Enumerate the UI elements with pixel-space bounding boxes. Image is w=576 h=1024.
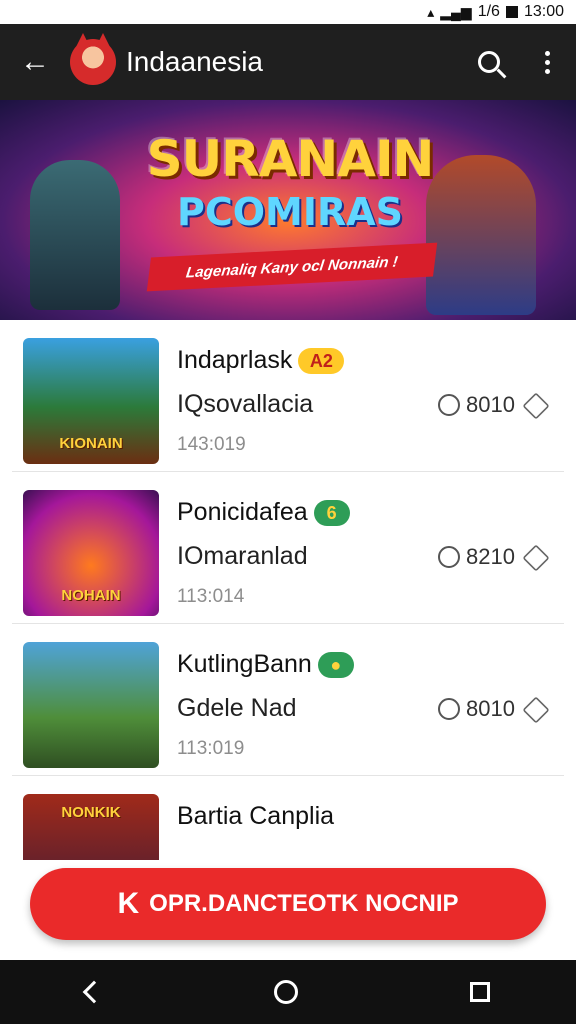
back-button[interactable]: ← <box>0 45 70 79</box>
item-subtitle: IOmaranlad <box>177 542 308 570</box>
primary-action-label: OPR.DANCTEOTK NOCNIP <box>149 890 459 917</box>
game-thumbnail <box>23 642 159 768</box>
circle-icon <box>438 698 460 720</box>
list-item[interactable]: KIONAIN Indaprlask A2 IQsovallacia 143:01… <box>12 320 564 472</box>
item-count: 8210 <box>466 544 515 569</box>
share-icon[interactable] <box>522 544 550 572</box>
list-item[interactable]: NONKIK Bartia Canplia <box>12 776 564 860</box>
list-item[interactable]: KutlingBann ● Gdele Nad 113:019 8010 <box>12 624 564 776</box>
item-title: Bartia Canplia <box>177 802 335 830</box>
search-button[interactable] <box>460 51 518 73</box>
banner-hero-left <box>30 160 120 310</box>
game-thumbnail: KIONAIN <box>23 338 159 464</box>
signal-text: 1/6 <box>477 3 500 20</box>
item-badge: 6 <box>313 499 350 526</box>
banner-hero-right <box>426 155 536 315</box>
page-title: Indaanesia <box>126 46 264 77</box>
item-title: Indaprlask <box>177 346 293 374</box>
banner-headline: SURANAIN <box>146 130 435 188</box>
nav-home-button[interactable] <box>274 980 298 1004</box>
item-time: 113:014 <box>177 586 245 607</box>
share-icon[interactable] <box>522 392 550 420</box>
thumbnail-caption: KIONAIN <box>59 435 123 452</box>
search-icon <box>478 51 500 73</box>
k-logo-icon: K <box>117 887 140 920</box>
item-count: 8010 <box>466 696 515 721</box>
thumbnail-caption: NONKIK <box>61 804 121 821</box>
cta-container: K OPR.DANCTEOTK NOCNIP <box>0 860 576 960</box>
item-time: 143:019 <box>177 434 246 455</box>
more-vert-icon <box>544 50 550 74</box>
nav-recents-button[interactable] <box>470 982 490 1002</box>
item-count: 8010 <box>466 392 515 417</box>
arrow-left-icon: ← <box>20 45 50 78</box>
more-options-button[interactable] <box>518 50 576 74</box>
status-time: 13:00 <box>523 3 564 20</box>
app-bar: ← Indaanesia <box>0 24 576 100</box>
primary-action-button[interactable]: K OPR.DANCTEOTK NOCNIP <box>30 868 546 940</box>
banner-subheadline: PCOMIRAS <box>176 190 404 234</box>
promo-banner[interactable]: SURANAIN PCOMIRAS Lagenaliq Kany ocl Non… <box>0 100 576 320</box>
game-list: KIONAIN Indaprlask A2 IQsovallacia 143:01… <box>0 320 576 860</box>
list-item[interactable]: NOHAIN Ponicidafea 6 IOmaranlad 113:014 8… <box>12 472 564 624</box>
battery-icon <box>505 6 518 18</box>
item-title: Ponicidafea <box>177 498 308 526</box>
signal-icon: ▂▄▆ <box>440 3 472 20</box>
circle-icon <box>438 394 460 416</box>
circle-icon <box>438 546 460 568</box>
system-nav-bar <box>0 960 576 1024</box>
nav-back-icon <box>82 980 106 1004</box>
item-subtitle: Gdele Nad <box>177 694 297 722</box>
status-bar: ▴ ▂▄▆ 1/6 13:00 <box>0 0 576 24</box>
game-thumbnail: NOHAIN <box>23 490 159 616</box>
avatar <box>70 33 116 85</box>
share-icon[interactable] <box>522 696 550 724</box>
thumbnail-caption: NOHAIN <box>61 587 121 604</box>
nav-back-button[interactable] <box>82 980 106 1004</box>
item-badge: A2 <box>298 347 345 374</box>
game-thumbnail: NONKIK <box>23 794 159 860</box>
wifi-icon: ▴ <box>427 3 435 20</box>
item-badge: ● <box>317 651 354 678</box>
item-subtitle: IQsovallacia <box>177 390 314 418</box>
item-title: KutlingBann <box>177 650 312 678</box>
banner-tagline: Lagenaliq Kany ocl Nonnain ! <box>146 242 438 292</box>
item-time: 113:019 <box>177 738 245 759</box>
